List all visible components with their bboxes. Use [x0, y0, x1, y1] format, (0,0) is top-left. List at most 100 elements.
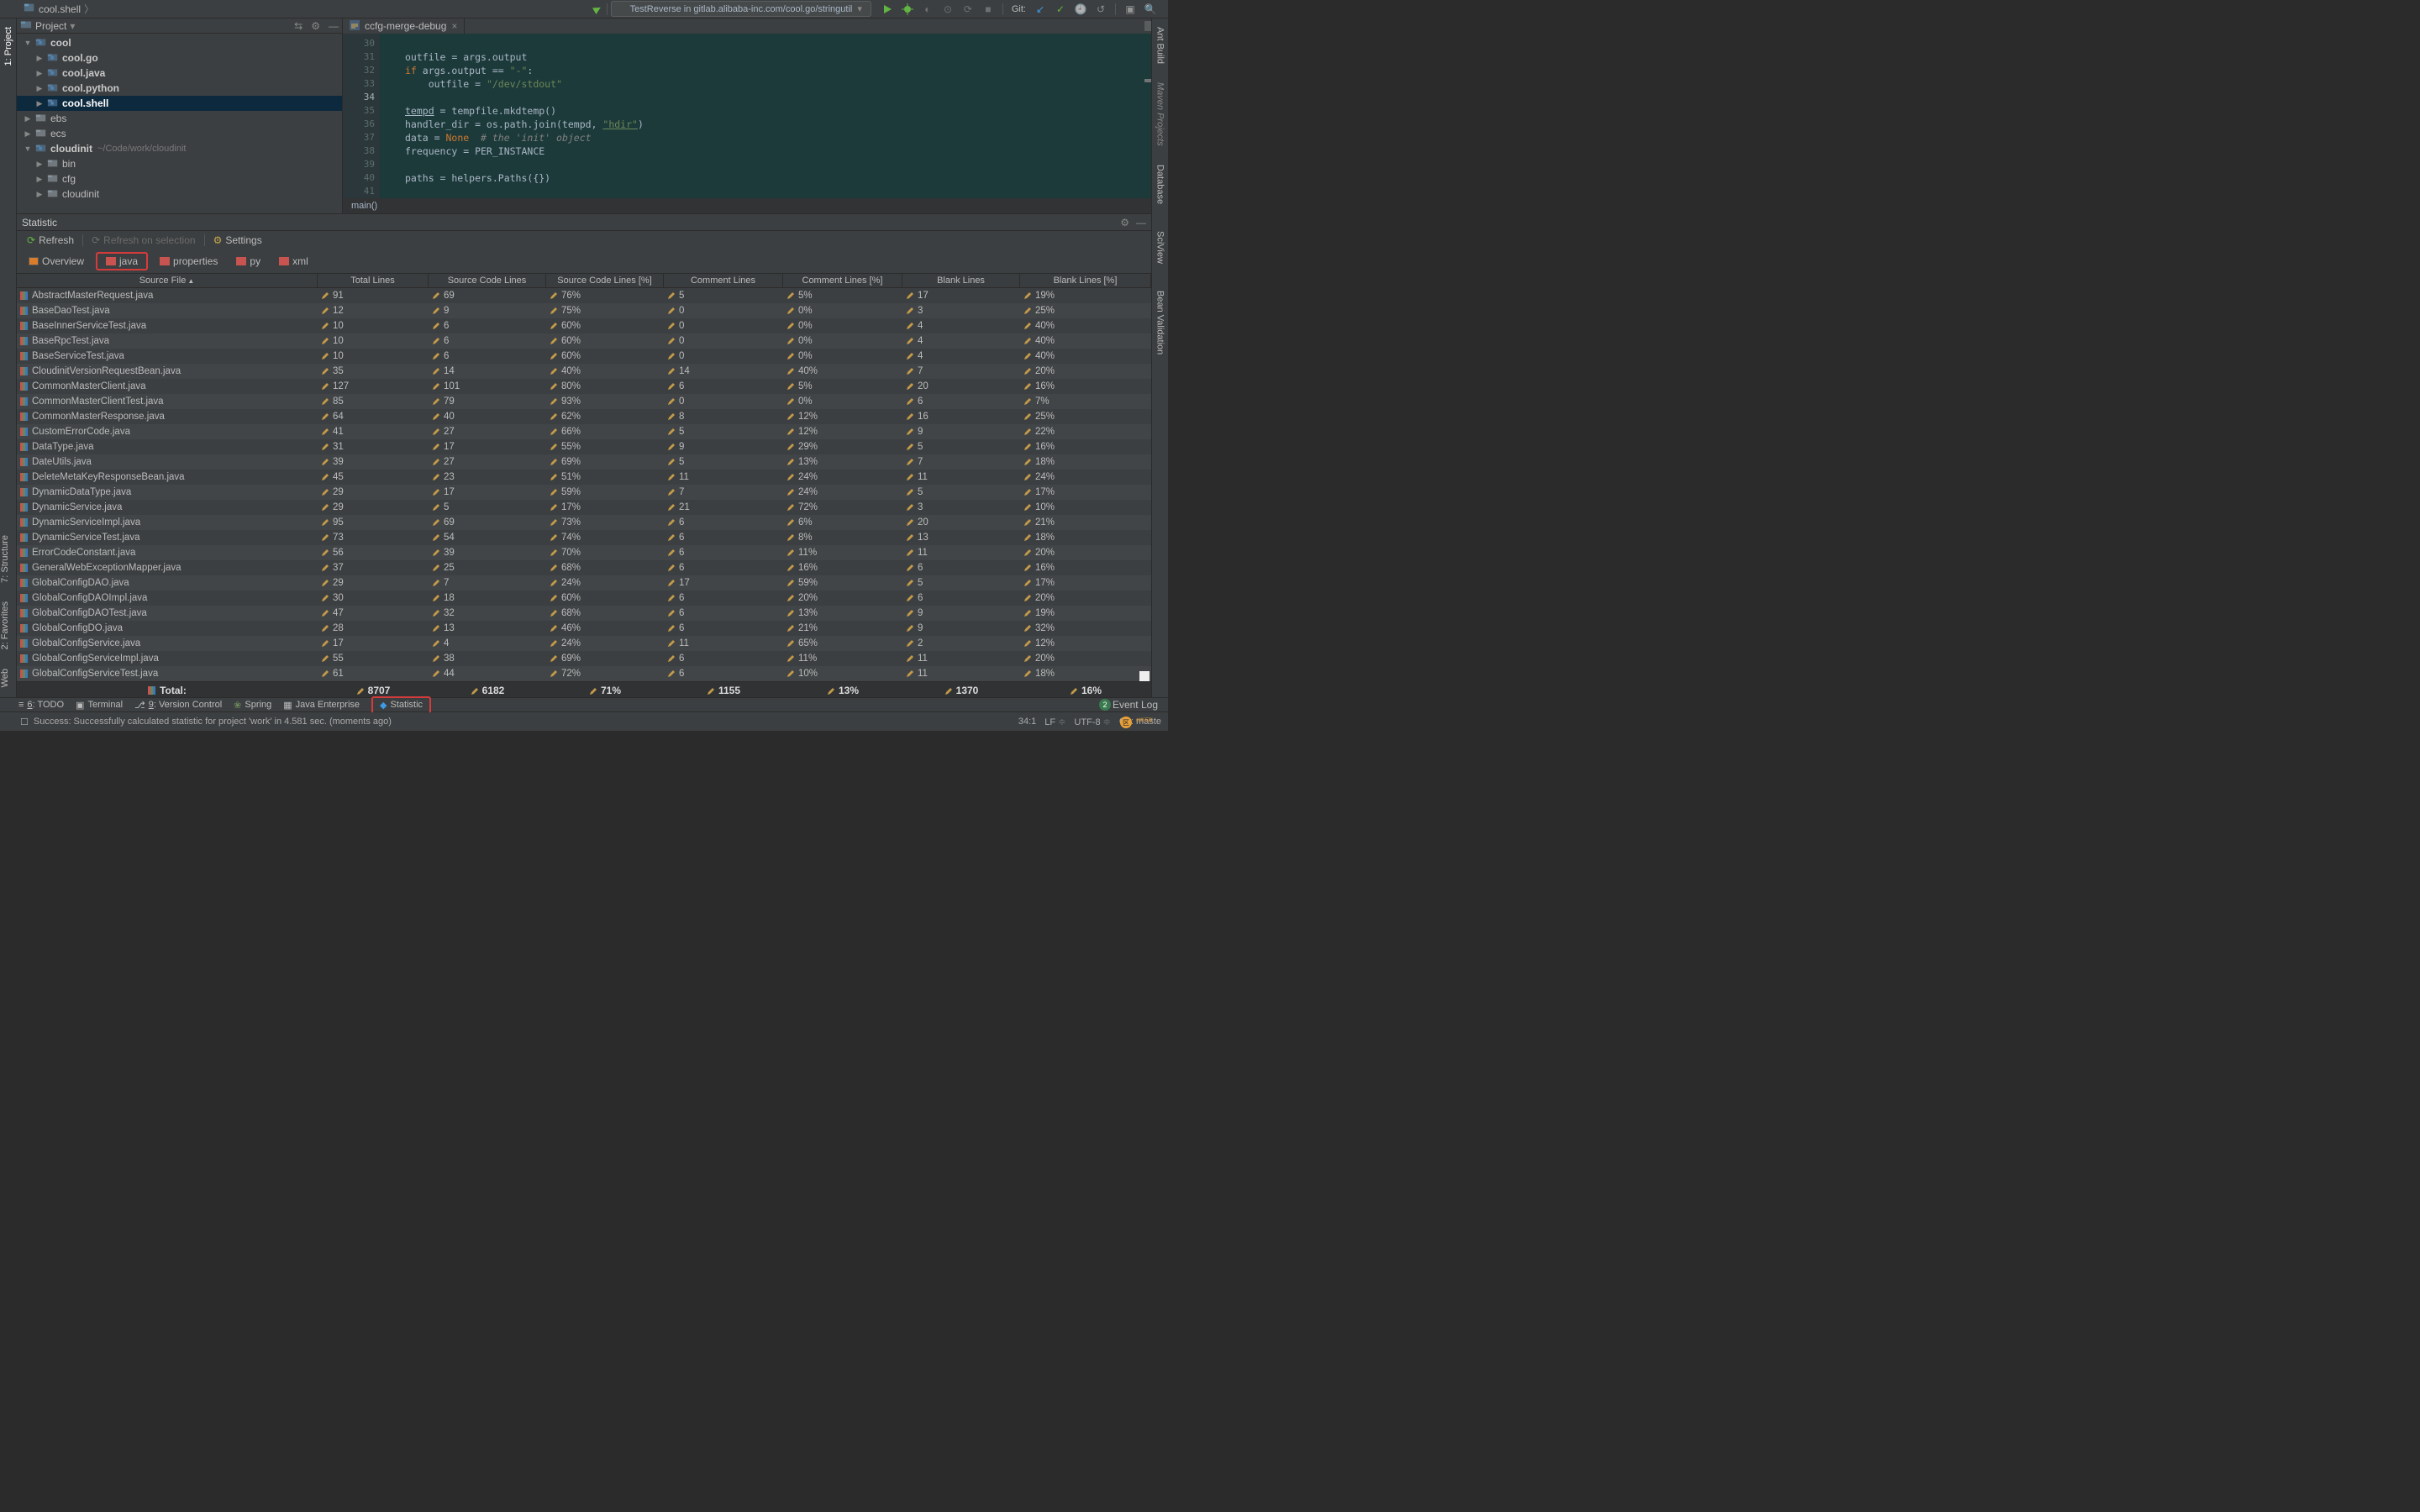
table-row[interactable]: DynamicServiceTest.java735474%68%1318% [17, 530, 1151, 545]
table-row[interactable]: GlobalConfigDAOImpl.java301860%620%620% [17, 591, 1151, 606]
editor-breadcrumb[interactable]: main() [343, 198, 1151, 213]
gear-icon[interactable]: ⚙ [1120, 217, 1129, 228]
table-row[interactable]: CommonMasterClientTest.java857993%00%67% [17, 394, 1151, 409]
column-header[interactable]: Blank Lines [%] [1020, 274, 1151, 287]
column-header[interactable]: Source Code Lines [429, 274, 546, 287]
table-row[interactable]: GlobalConfigService.java17424%1165%212% [17, 636, 1151, 651]
table-row[interactable]: DynamicDataType.java291759%724%517% [17, 485, 1151, 500]
table-row[interactable]: GeneralWebExceptionMapper.java372568%616… [17, 560, 1151, 575]
chevron-icon[interactable]: ▶ [35, 54, 44, 63]
tool-window-spring[interactable]: ❀Spring [234, 700, 271, 711]
tool-window-javaee[interactable]: ▦Java Enterprise [283, 700, 360, 711]
table-row[interactable]: CustomErrorCode.java412766%512%922% [17, 424, 1151, 439]
tree-item[interactable]: ▶cloudinit [17, 186, 342, 202]
tool-window-structure[interactable]: 7: Structure [0, 530, 10, 588]
hide-icon[interactable]: — [1136, 217, 1146, 228]
scrollbar[interactable] [1139, 288, 1150, 681]
table-row[interactable]: CommonMasterResponse.java644062%812%1625… [17, 409, 1151, 424]
tree-item[interactable]: ▶cool.python [17, 81, 342, 96]
chevron-icon[interactable]: ▶ [35, 84, 44, 93]
vcs-update-icon[interactable]: ↙ [1034, 3, 1046, 15]
tool-window-terminal[interactable]: ▣Terminal [76, 700, 123, 711]
close-icon[interactable]: × [451, 20, 457, 32]
tree-item[interactable]: ▼cool [17, 35, 342, 50]
run-icon[interactable] [881, 3, 893, 15]
status-encoding[interactable]: UTF-8 ≑ [1074, 717, 1110, 727]
table-row[interactable]: DynamicServiceImpl.java956973%66%2021% [17, 515, 1151, 530]
chevron-icon[interactable]: ▼ [24, 39, 32, 47]
stat-table-body[interactable]: AbstractMasterRequest.java916976%55%1719… [17, 288, 1151, 681]
column-header[interactable]: Total Lines [318, 274, 429, 287]
tool-window-database[interactable]: Database [1155, 160, 1165, 209]
chevron-icon[interactable]: ▶ [35, 160, 44, 169]
stat-table-header[interactable]: Source File▲Total LinesSource Code Lines… [17, 273, 1151, 288]
chevron-icon[interactable]: ▶ [24, 129, 32, 139]
vcs-history-icon[interactable]: 🕘 [1075, 3, 1086, 15]
chevron-icon[interactable]: ▶ [35, 190, 44, 199]
search-everywhere-icon[interactable]: 🔍 [1144, 3, 1156, 15]
table-row[interactable]: GlobalConfigServiceImpl.java553869%611%1… [17, 651, 1151, 666]
refresh-button[interactable]: ⟳ Refresh [22, 233, 79, 248]
tool-window-favorites[interactable]: 2: Favorites [0, 596, 10, 654]
table-row[interactable]: BaseDaoTest.java12975%00%325% [17, 303, 1151, 318]
chevron-down-icon[interactable]: ▾ [70, 20, 75, 32]
trace-icon[interactable]: ⟳ [962, 3, 974, 15]
gear-icon[interactable]: ⚙ [311, 20, 320, 32]
tool-window-sciview[interactable]: SciView [1155, 226, 1165, 269]
tool-window-web[interactable]: Web [0, 664, 10, 692]
tree-item[interactable]: ▼cloudinit~/Code/work/cloudinit [17, 141, 342, 156]
table-row[interactable]: DateUtils.java392769%513%718% [17, 454, 1151, 470]
chevron-icon[interactable]: ▶ [35, 175, 44, 184]
make-icon[interactable] [592, 3, 603, 15]
table-row[interactable]: GlobalConfigDO.java281346%621%932% [17, 621, 1151, 636]
tree-item[interactable]: ▶ecs [17, 126, 342, 141]
coverage-icon[interactable]: ◐ [922, 3, 934, 15]
tool-window-todo[interactable]: ≡6: TODO [18, 700, 64, 710]
settings-button[interactable]: ⚙ Settings [208, 233, 267, 248]
editor-tab[interactable]: ccfg-merge-debug × [343, 18, 465, 34]
table-row[interactable]: AbstractMasterRequest.java916976%55%1719… [17, 288, 1151, 303]
column-header[interactable]: Blank Lines [902, 274, 1020, 287]
table-row[interactable]: BaseServiceTest.java10660%00%440% [17, 349, 1151, 364]
tree-item[interactable]: ▶cool.go [17, 50, 342, 66]
project-structure-icon[interactable]: ▣ [1124, 3, 1136, 15]
breadcrumb[interactable]: cool.shell 〉 [18, 0, 99, 18]
tree-item[interactable]: ▶cfg [17, 171, 342, 186]
column-header[interactable]: Comment Lines [664, 274, 783, 287]
editor-code[interactable]: outfile = args.output if args.output == … [380, 34, 1151, 198]
status-line-sep[interactable]: LF ≑ [1044, 717, 1065, 727]
table-row[interactable]: GlobalConfigServiceTest.java614472%610%1… [17, 666, 1151, 681]
tree-item[interactable]: ▶cool.java [17, 66, 342, 81]
stat-tab-xml[interactable]: xml [272, 253, 315, 270]
table-row[interactable]: CommonMasterClient.java12710180%65%2016% [17, 379, 1151, 394]
column-header[interactable]: Source File▲ [17, 274, 318, 287]
vcs-commit-icon[interactable]: ✓ [1055, 3, 1066, 15]
chevron-icon[interactable]: ▼ [24, 144, 32, 153]
hide-icon[interactable]: — [329, 20, 339, 32]
project-tree[interactable]: ▼cool▶cool.go▶cool.java▶cool.python▶cool… [17, 34, 342, 213]
tool-window-eventlog[interactable]: Event Log [1113, 699, 1158, 711]
profile-icon[interactable]: ⊙ [942, 3, 954, 15]
table-row[interactable]: DynamicService.java29517%2172%310% [17, 500, 1151, 515]
tool-window-vcs[interactable]: ⎇9: Version Control [134, 700, 222, 711]
chevron-icon[interactable]: ▶ [35, 99, 44, 108]
table-row[interactable]: DeleteMetaKeyResponseBean.java452351%112… [17, 470, 1151, 485]
run-configuration-selector[interactable]: TestReverse in gitlab.alibaba-inc.com/co… [611, 1, 871, 17]
table-row[interactable]: GlobalConfigDAO.java29724%1759%517% [17, 575, 1151, 591]
table-row[interactable]: BaseRpcTest.java10660%00%440% [17, 333, 1151, 349]
stat-tab-py[interactable]: py [229, 253, 267, 270]
tree-item[interactable]: ▶ebs [17, 111, 342, 126]
tool-window-ant[interactable]: Ant Build [1155, 22, 1165, 69]
status-caret-pos[interactable]: 34:1 [1018, 717, 1036, 727]
tree-item[interactable]: ▶cool.shell [17, 96, 342, 111]
tool-window-beanvalidation[interactable]: Bean Validation [1155, 286, 1165, 360]
editor-body[interactable]: 303132333435363738394041 outfile = args.… [343, 34, 1151, 198]
tool-window-statistic[interactable]: ◆Statistic [371, 696, 431, 714]
vcs-revert-icon[interactable]: ↺ [1095, 3, 1107, 15]
tool-window-project[interactable]: 1: Project [3, 22, 13, 71]
chevron-icon[interactable]: ▶ [35, 69, 44, 78]
tree-item[interactable]: ▶bin [17, 156, 342, 171]
table-row[interactable]: BaseInnerServiceTest.java10660%00%440% [17, 318, 1151, 333]
collapse-icon[interactable]: ⇆ [294, 20, 302, 32]
stat-tab-overview[interactable]: Overview [22, 253, 91, 270]
